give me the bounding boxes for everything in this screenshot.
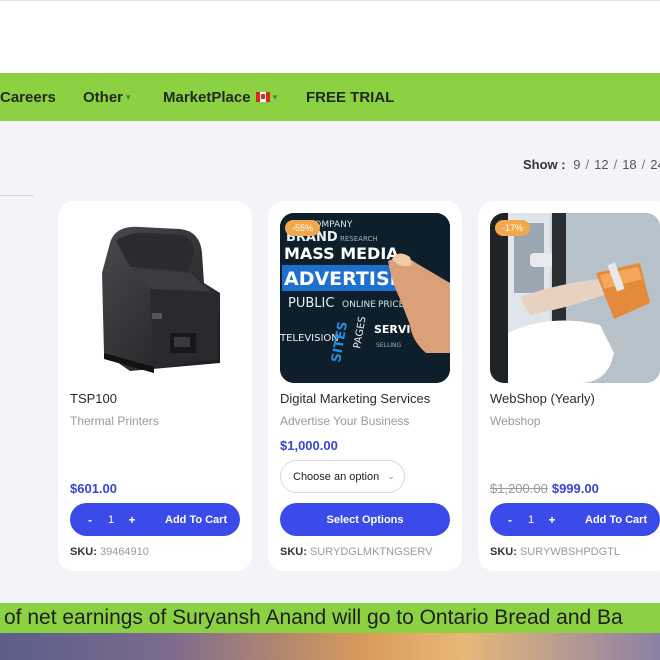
product-image[interactable]	[70, 213, 240, 383]
nav-label: MarketPlace	[163, 88, 251, 106]
add-to-cart-button[interactable]: Add To Cart	[585, 514, 647, 526]
main-nav: Careers Other ▾ MarketPlace ▾ FREE TRIAL	[0, 73, 660, 121]
product-price: $1,200.00 $999.00	[490, 481, 599, 496]
nav-item-careers[interactable]: Careers	[0, 73, 56, 121]
product-sku: SKU: 39464910	[70, 546, 149, 558]
receipt-printer-icon	[102, 226, 220, 373]
variant-select[interactable]: Choose an option ⌄	[280, 460, 405, 493]
image-word: RESEARCH	[340, 235, 378, 243]
select-options-button[interactable]: Select Options	[280, 503, 450, 536]
qty-increase-button[interactable]: +	[541, 513, 563, 527]
add-to-cart-group: - 1 + Add To Cart	[490, 503, 660, 536]
image-word: TELEVISION	[280, 333, 339, 344]
nav-item-other[interactable]: Other ▾	[83, 73, 131, 121]
product-sku: SKU: SURYDGLMKTNGSERV	[280, 546, 432, 558]
per-page-option-24[interactable]: 24	[650, 157, 660, 172]
chevron-down-icon: ▾	[126, 91, 131, 102]
qty-increase-button[interactable]: +	[121, 513, 143, 527]
header-top	[0, 0, 660, 73]
sale-badge: -55%	[285, 220, 321, 236]
sku-value: SURYDGLMKTNGSERV	[309, 546, 433, 558]
image-word: PRICE	[378, 300, 405, 310]
footer-image-strip	[0, 633, 660, 660]
nav-label: Careers	[0, 88, 56, 106]
ticker-text: of net earnings of Suryansh Anand will g…	[4, 606, 623, 629]
product-title[interactable]: Digital Marketing Services	[280, 391, 430, 406]
qty-decrease-button[interactable]: -	[499, 513, 521, 527]
show-label: Show :	[523, 157, 566, 172]
advertising-image: COMPANY BRAND RESEARCH MASS MEDIA ADVERT…	[280, 213, 450, 383]
product-card: -17% WebShop (Yearly) Webshop $1,200.00 $…	[478, 201, 660, 571]
announcement-ticker: of net earnings of Suryansh Anand will g…	[0, 603, 660, 633]
image-word: MASS MEDIA	[284, 244, 399, 263]
nav-label: Other	[83, 88, 124, 106]
nav-item-free-trial[interactable]: FREE TRIAL	[306, 73, 394, 121]
product-category[interactable]: Advertise Your Business	[280, 414, 409, 428]
product-category[interactable]: Thermal Printers	[70, 414, 159, 428]
sku-label: SKU:	[490, 546, 517, 558]
product-image[interactable]	[490, 213, 660, 383]
sale-price: $999.00	[551, 481, 599, 496]
drive-thru-image	[490, 213, 660, 383]
sku-label: SKU:	[280, 546, 307, 558]
nav-label: FREE TRIAL	[306, 88, 395, 106]
product-price: $601.00	[70, 481, 117, 496]
qty-input[interactable]: 1	[101, 514, 121, 526]
per-page-selector: Show : 9/12/18/24	[523, 157, 660, 172]
per-page-option-9[interactable]: 9	[573, 157, 580, 172]
add-to-cart-button[interactable]: Add To Cart	[165, 514, 227, 526]
product-sku: SKU: SURYWBSHPDGTL	[490, 546, 620, 558]
chevron-down-icon: ⌄	[387, 471, 395, 481]
qty-decrease-button[interactable]: -	[79, 513, 101, 527]
canada-flag-icon	[255, 92, 270, 102]
product-image[interactable]: COMPANY BRAND RESEARCH MASS MEDIA ADVERT…	[280, 213, 450, 383]
sale-badge: -17%	[495, 220, 531, 236]
sku-value: 39464910	[99, 546, 149, 558]
product-card: COMPANY BRAND RESEARCH MASS MEDIA ADVERT…	[268, 201, 462, 571]
per-page-option-12[interactable]: 12	[594, 157, 608, 172]
nav-item-marketplace[interactable]: MarketPlace ▾	[163, 73, 277, 121]
product-title[interactable]: TSP100	[70, 391, 117, 406]
image-word: PUBLIC	[288, 296, 334, 311]
qty-input[interactable]: 1	[521, 514, 541, 526]
image-word: SELLING	[376, 342, 402, 349]
product-price: $1,000.00	[280, 438, 338, 453]
sidebar-divider	[0, 195, 34, 196]
old-price: $1,200.00	[490, 481, 548, 496]
product-title[interactable]: WebShop (Yearly)	[490, 391, 595, 406]
add-to-cart-group: - 1 + Add To Cart	[70, 503, 240, 536]
chevron-down-icon: ▾	[272, 91, 278, 102]
sku-value: SURYWBSHPDGTL	[519, 546, 620, 558]
product-category[interactable]: Webshop	[490, 414, 540, 428]
sku-label: SKU:	[70, 546, 97, 558]
image-word: ONLINE	[342, 300, 376, 310]
variant-select-value: Choose an option	[293, 470, 380, 483]
per-page-option-18[interactable]: 18	[622, 157, 636, 172]
product-card: TSP100 Thermal Printers $601.00 - 1 + Ad…	[58, 201, 252, 571]
